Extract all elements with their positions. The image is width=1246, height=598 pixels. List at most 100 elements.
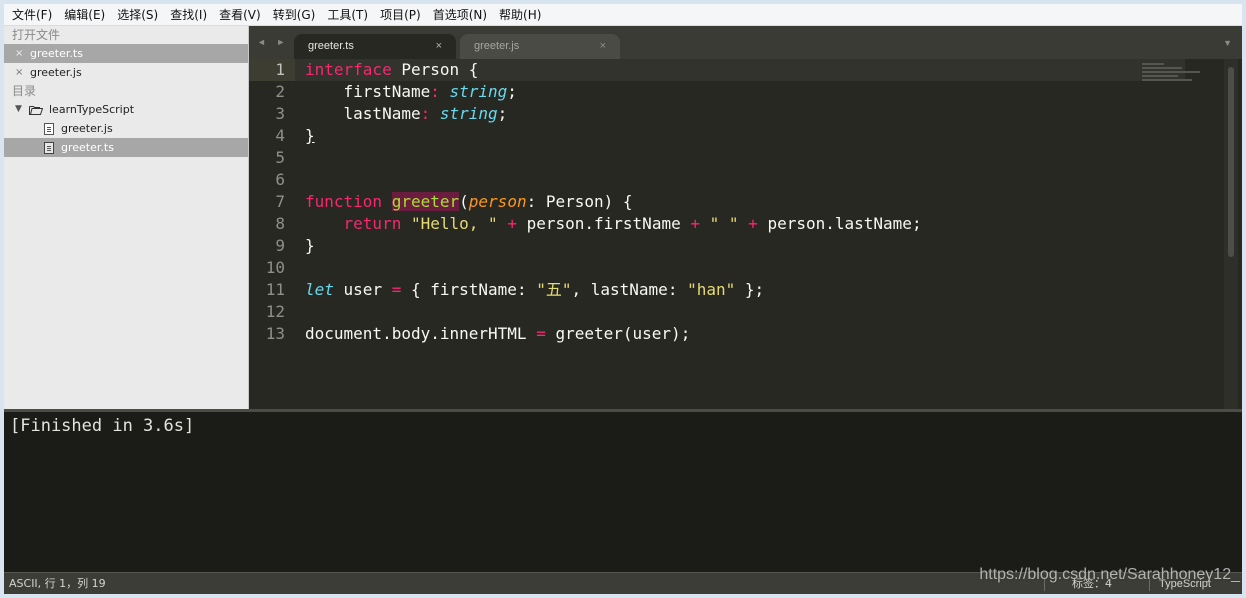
code-token: lastName (343, 104, 421, 123)
code-token: } (305, 126, 315, 145)
minimap[interactable] (1142, 63, 1212, 93)
tab-close-icon[interactable]: × (600, 34, 606, 59)
code-token: ; (497, 104, 508, 123)
code-line: lastName: string; (305, 103, 922, 125)
file-icon (44, 123, 54, 135)
menu-project[interactable]: 项目(P) (374, 4, 427, 26)
folder-label: learnTypeScript (49, 103, 135, 116)
open-file-label: greeter.js (30, 66, 82, 79)
close-icon[interactable]: × (15, 44, 23, 63)
keyword-token: interface (305, 60, 392, 79)
code-token: person.lastName; (757, 214, 922, 233)
code-token: user (333, 280, 392, 299)
open-file-item-greeter-js[interactable]: × greeter.js (4, 63, 248, 82)
close-icon[interactable]: × (15, 63, 23, 82)
tab-bar: ◄ ► greeter.ts × greeter.js × ▼ (249, 26, 1242, 59)
tab-close-icon[interactable]: × (436, 34, 442, 59)
tab-greeter-ts[interactable]: greeter.ts × (294, 34, 456, 59)
operator-token: + (507, 214, 517, 233)
code-token: , lastName: (571, 280, 688, 299)
function-name-token: greeter (391, 192, 460, 211)
operator-token: = (391, 280, 402, 299)
line-number: 7 (275, 192, 285, 211)
vertical-scrollbar-thumb[interactable] (1228, 67, 1234, 257)
line-number: 2 (275, 82, 285, 101)
menu-preferences[interactable]: 首选项(N) (427, 4, 493, 26)
keyword-token: function (305, 192, 383, 211)
watermark-text: https://blog.csdn.net/Sarahhoney12_ (979, 566, 1240, 583)
menu-view[interactable]: 查看(V) (213, 4, 267, 26)
code-token: { (468, 60, 479, 79)
line-number-gutter: 1 2 3 4 5 6 7 8 9 10 11 12 13 (249, 59, 295, 409)
open-files-header: 打开文件 (12, 28, 61, 42)
file-icon (44, 142, 54, 154)
code-token: : (420, 104, 440, 123)
menu-goto[interactable]: 转到(G) (267, 4, 322, 26)
tree-file-greeter-js[interactable]: greeter.js (4, 119, 248, 138)
code-token: } (305, 236, 315, 255)
line-number: 8 (275, 214, 285, 233)
type-token: string (449, 82, 508, 101)
build-output-text: [Finished in 3.6s] (10, 416, 195, 436)
tab-greeter-js[interactable]: greeter.js × (460, 34, 620, 59)
line-number: 9 (275, 236, 285, 255)
code-token: person.firstName (516, 214, 691, 233)
line-number: 1 (249, 59, 295, 81)
keyword-token: let (305, 280, 334, 299)
code-line: document.body.innerHTML = greeter(user); (305, 323, 922, 345)
operator-token: + (690, 214, 700, 233)
tab-list-dropdown-icon[interactable]: ▼ (1223, 38, 1232, 48)
line-number: 13 (265, 324, 285, 343)
code-token: firstName (343, 82, 431, 101)
code-line: let user = { firstName: "五", lastName: "… (305, 279, 922, 301)
tab-label: greeter.ts (308, 40, 354, 52)
code-editor[interactable]: 1 2 3 4 5 6 7 8 9 10 11 12 13 interface … (249, 59, 1242, 409)
line-number: 4 (275, 126, 285, 145)
line-number: 11 (265, 280, 285, 299)
open-file-item-greeter-ts[interactable]: × greeter.ts (4, 44, 248, 63)
menu-selection[interactable]: 选择(S) (111, 4, 164, 26)
menu-tools[interactable]: 工具(T) (321, 4, 374, 26)
code-line: firstName: string; (305, 81, 922, 103)
keyword-token: return (343, 214, 402, 233)
code-lines[interactable]: interface Person { firstName: string; la… (305, 59, 922, 345)
folder-open-icon (29, 106, 43, 115)
line-number: 3 (275, 104, 285, 123)
code-token: ; (507, 82, 517, 101)
tree-file-label: greeter.js (61, 122, 113, 135)
code-token: { firstName: (401, 280, 537, 299)
tree-file-label: greeter.ts (61, 141, 114, 154)
line-number: 10 (265, 258, 285, 277)
folder-item-learntypescript[interactable]: ▼ learnTypeScript (4, 100, 248, 119)
menu-find[interactable]: 查找(I) (164, 4, 213, 26)
code-token: greeter(user); (545, 324, 691, 343)
code-token: Person (391, 60, 469, 79)
code-line: function greeter(person: Person) { (305, 191, 922, 213)
menu-edit[interactable]: 编辑(E) (58, 4, 111, 26)
code-line: } (305, 235, 922, 257)
line-number: 12 (265, 302, 285, 321)
parameter-token: person (468, 192, 527, 211)
menu-file[interactable]: 文件(F) (6, 4, 58, 26)
string-token: "han" (687, 280, 736, 299)
build-output-panel: [Finished in 3.6s] (4, 412, 1242, 572)
string-token: " " (709, 214, 739, 233)
tab-nav-arrows-icon[interactable]: ◄ ► (257, 37, 289, 47)
sublime-window: 文件(F) 编辑(E) 选择(S) 查找(I) 查看(V) 转到(G) 工具(T… (4, 4, 1242, 594)
menu-help[interactable]: 帮助(H) (493, 4, 547, 26)
code-token: ( (459, 192, 469, 211)
folders-header: 目录 (12, 84, 37, 98)
code-token: : Person) { (526, 192, 633, 211)
tree-file-greeter-ts[interactable]: greeter.ts (4, 138, 248, 157)
code-line: interface Person { (305, 59, 922, 81)
menubar: 文件(F) 编辑(E) 选择(S) 查找(I) 查看(V) 转到(G) 工具(T… (4, 4, 1242, 26)
code-line: return "Hello, " + person.firstName + " … (305, 213, 922, 235)
code-token: document.body.innerHTML (305, 324, 537, 343)
expand-triangle-icon[interactable]: ▼ (15, 100, 22, 119)
